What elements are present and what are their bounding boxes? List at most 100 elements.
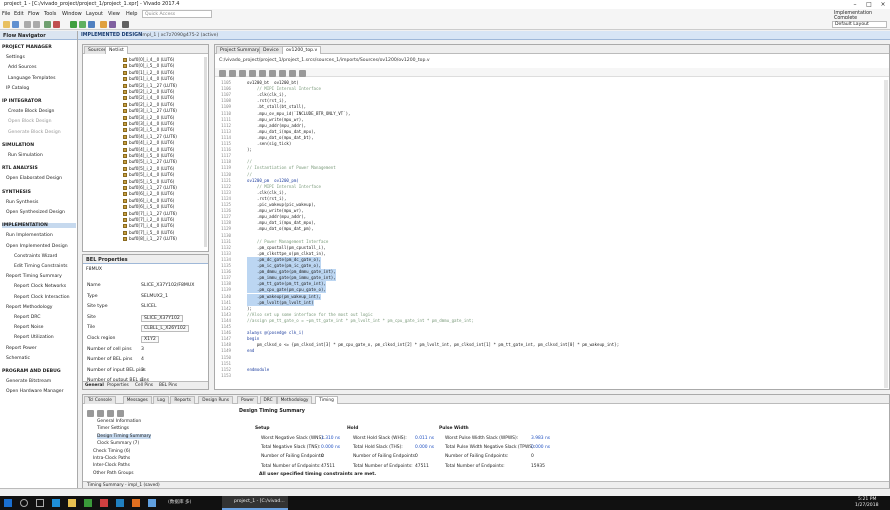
app-icon-4[interactable] (132, 499, 140, 507)
taskbar-app-1[interactable]: (数据库 多) (168, 499, 191, 505)
pulse-value[interactable]: 0.000 ns (531, 445, 550, 450)
timing-tree-item[interactable]: Inter-Clock Paths (93, 463, 130, 468)
netlist-row[interactable]: buf0[6]_i_5__0 (LUT6) (123, 204, 174, 210)
redo-icon[interactable] (33, 21, 40, 28)
flow-item-25[interactable]: Report DRC (14, 315, 40, 320)
code-line[interactable]: 1141 .pm_lvolt(pm_lvolt_int) (215, 299, 879, 306)
netlist-row[interactable]: buf0[2]_i_2__0 (LUT6) (123, 102, 174, 107)
code-line[interactable]: 1108 .rst(rst_i), (215, 98, 879, 104)
tab-timing[interactable]: Timing (315, 396, 338, 404)
copy-icon[interactable] (44, 21, 51, 28)
netlist-row[interactable]: buf0[2]_i_2__0 (LUT6) (123, 89, 174, 94)
netlist-row[interactable]: buf0[0]_i_5__0 (LUT6) (123, 63, 174, 69)
code-line[interactable]: 1153 (215, 373, 879, 379)
code-line[interactable]: 1142); (215, 306, 879, 312)
menu-file[interactable]: File (2, 11, 10, 17)
timing-tree-item[interactable]: Clock Summary (7) (97, 441, 139, 446)
code-line[interactable]: 1134 .pm_dc_gate(pm_dc_gate_o), (215, 256, 879, 263)
open-icon[interactable] (3, 21, 10, 28)
code-line[interactable]: 1122 // MIPI Internal Interface (215, 184, 879, 190)
tab-ov1200-top[interactable]: ov1200_top.v (282, 46, 322, 54)
timing-settings-icon[interactable] (117, 410, 124, 417)
netlist-row[interactable]: buf0[5]_i_4__0 (LUT6) (123, 172, 174, 178)
copy-text-icon[interactable] (269, 70, 276, 77)
code-line[interactable]: 1113 .mpu_dat_i(mpu_dat_mpu), (215, 129, 879, 135)
code-line[interactable]: 1112 .mpu_addr(mpu_addr), (215, 123, 879, 129)
code-line[interactable]: 1131 // Power Management Interface (215, 239, 879, 245)
setup-value[interactable]: 1.310 ns (321, 436, 340, 441)
timing-summary-tab[interactable]: Timing Summary - impl_1 (saved) (83, 481, 889, 488)
menu-help[interactable]: Help (126, 11, 137, 17)
flow-item-16[interactable]: IMPLEMENTATION (2, 223, 76, 229)
code-line[interactable]: 1146 always @(posedge clk_i) (215, 330, 879, 336)
tab-properties[interactable]: Properties (107, 383, 129, 388)
app-icon-5[interactable] (148, 499, 156, 507)
save-file-icon[interactable] (229, 70, 236, 77)
flow-item-17[interactable]: Run Implementation (6, 233, 53, 238)
netlist-row[interactable]: buf0[4]_i_5__0 (LUT6) (123, 153, 174, 158)
netlist-row[interactable]: buf0[8]_i_1__27 (LUT6) (123, 236, 177, 242)
timing-tree-item[interactable]: Other Path Groups (93, 471, 134, 476)
code-line[interactable]: 1116); (215, 147, 879, 153)
search-taskbar-icon[interactable] (20, 499, 28, 507)
netlist-row[interactable]: buf0[3]_i_5__0 (LUT6) (123, 127, 174, 133)
flow-item-28[interactable]: Report Power (6, 346, 37, 351)
menu-window[interactable]: Window (62, 11, 82, 17)
edge-icon[interactable] (52, 499, 60, 507)
code-line[interactable]: 1123 .clk(clk_i), (215, 190, 879, 196)
code-line[interactable]: 1105 ov1200_bt ov1200_bt( (215, 80, 879, 86)
code-line[interactable]: 1129 .mpu_dat_o(mpu_dat_pm), (215, 226, 879, 232)
netlist-row[interactable]: buf0[7]_i_1__27 (LUT6) (123, 211, 177, 216)
code-line[interactable]: 1121 ov1200_pm ov1200_pm( (215, 178, 879, 184)
code-line[interactable]: 1130 (215, 233, 879, 239)
netlist-row[interactable]: buf0[2]_i_1__27 (LUT6) (123, 83, 177, 88)
tab-drc[interactable]: DRC (259, 396, 277, 404)
code-line[interactable]: 1140 .pm_wakeup(pm_wakeup_int), (215, 293, 879, 300)
maximize-button[interactable]: □ (862, 0, 876, 9)
bel-prop-value[interactable]: X1Y2 (141, 336, 159, 343)
code-line[interactable]: 1139 .pm_cpu_gate(pm_cpu_gate_o), (215, 287, 879, 294)
code-line[interactable]: 1150 (215, 355, 879, 361)
comment-icon[interactable] (289, 70, 296, 77)
tab-cell-pins[interactable]: Cell Pins (135, 383, 153, 388)
flow-item-31[interactable]: Generate Bitstream (6, 379, 51, 384)
paste-icon[interactable] (279, 70, 286, 77)
timing-tree-item[interactable]: Check Timing (6) (93, 449, 130, 454)
app-icon-3[interactable] (116, 499, 124, 507)
hold-value[interactable]: 0.011 ns (415, 436, 434, 441)
netlist-row[interactable]: buf0[6]_i_4__0 (LUT6) (123, 198, 174, 203)
code-line[interactable]: 1145 (215, 324, 879, 330)
netlist-row[interactable]: buf0[1]_i_2__0 (LUT6) (123, 70, 174, 75)
code-line[interactable]: 1124 .rst(rst_i), (215, 196, 879, 202)
flow-item-14[interactable]: Run Synthesis (6, 200, 38, 205)
code-line[interactable]: 1151 (215, 361, 879, 367)
flow-item-10[interactable]: Run Simulation (8, 153, 43, 158)
flow-item-27[interactable]: Report Utilization (14, 335, 54, 340)
code-line[interactable]: 1152 endmodule (215, 367, 879, 373)
menu-view[interactable]: View (108, 11, 120, 17)
menu-edit[interactable]: Edit (14, 11, 24, 17)
app-icon-2[interactable] (100, 499, 108, 507)
code-line[interactable]: 1107 .clk(clk_i), (215, 92, 879, 98)
code-line[interactable]: 1138 .pm_tt_gate(pm_tt_gate_int), (215, 281, 879, 288)
code-line[interactable]: 1119 // Instantiation of Power Management (215, 165, 879, 171)
menu-tools[interactable]: Tools (44, 11, 56, 17)
code-line[interactable]: 1132 .pm_cpustall(pm_cpustall_i), (215, 245, 879, 251)
tab-methodology[interactable]: Methodology (276, 396, 313, 404)
netlist-row[interactable]: buf0[6]_i_2__0 (LUT6) (123, 191, 174, 197)
code-line[interactable]: 1114 .mpu_dat_o(mpu_dat_bt), (215, 135, 879, 141)
menu-layout[interactable]: Layout (86, 11, 103, 17)
timing-tree-item[interactable]: Intra-Clock Paths (93, 456, 130, 461)
settings-icon[interactable] (109, 21, 116, 28)
bulb-icon[interactable] (299, 70, 306, 77)
flow-item-23[interactable]: Report Clock Interaction (14, 295, 70, 300)
timing-tree-item[interactable]: General Information (97, 419, 141, 424)
task-view-icon[interactable] (36, 499, 44, 507)
cut-icon[interactable] (259, 70, 266, 77)
code-line[interactable]: 1127 .mpu_addr(mpu_addr), (215, 214, 879, 220)
code-line[interactable]: 1128 .mpu_dat_i(mpu_dat_mpu), (215, 220, 879, 226)
setup-value[interactable]: 0.000 ns (321, 445, 340, 450)
code-line[interactable]: 1133 .pm_clksttpe_o(pm_clkat_in), (215, 251, 879, 257)
code-line[interactable]: 1137 .pm_immu_gate(pm_immu_gate_int), (215, 275, 879, 282)
code-line[interactable]: 1136 .pm_dmmu_gate(pm_dmmu_gate_int), (215, 269, 879, 276)
